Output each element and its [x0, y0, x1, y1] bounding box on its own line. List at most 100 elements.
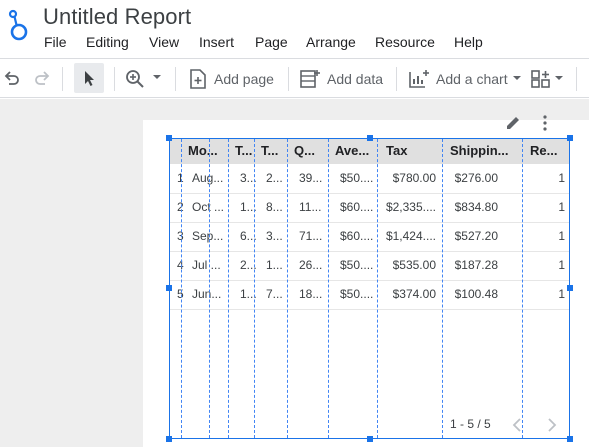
table-cell: Oct ... — [192, 200, 225, 214]
column-divider[interactable] — [254, 139, 255, 438]
table-row-divider — [169, 222, 570, 223]
column-divider[interactable] — [522, 139, 523, 438]
table-cell: $276.00 — [454, 171, 498, 185]
table-cell: Jul ... — [192, 258, 221, 272]
pencil-icon[interactable] — [504, 114, 522, 132]
column-header-re[interactable]: Re... — [530, 143, 557, 158]
menu-view[interactable]: View — [149, 34, 179, 50]
redo-icon[interactable] — [32, 69, 52, 89]
column-divider[interactable] — [377, 139, 378, 438]
table-cell: $100.48 — [454, 287, 498, 301]
table-cell: $50.... — [340, 258, 374, 272]
toolbar-divider — [396, 67, 397, 91]
column-divider[interactable] — [328, 139, 329, 438]
table-cell: 1 — [558, 258, 565, 272]
add-data-label: Add data — [327, 71, 384, 87]
column-header-tax[interactable]: Tax — [386, 143, 407, 158]
column-header-3[interactable]: T... — [261, 143, 278, 158]
chevron-down-icon — [512, 76, 521, 80]
table-cell: 1 — [558, 229, 565, 243]
cursor-icon — [85, 71, 94, 86]
table-cell: $834.80 — [454, 200, 498, 214]
table-cell: 11... — [299, 200, 322, 214]
table-cell: $50.... — [340, 287, 374, 301]
more-vert-icon[interactable] — [538, 114, 552, 132]
zoom-dropdown-icon[interactable] — [152, 74, 162, 82]
toolbar-divider — [576, 67, 577, 91]
column-header-shipping[interactable]: Shippin... — [450, 143, 509, 158]
app-header: Untitled Report File Editing View Insert… — [0, 0, 589, 58]
column-divider[interactable] — [442, 139, 443, 438]
resize-handle-l[interactable] — [166, 285, 172, 291]
report-title[interactable]: Untitled Report — [43, 4, 191, 30]
toolbar-divider — [114, 67, 115, 91]
table-cell: 71... — [299, 229, 323, 243]
table-cell: $780.00 — [392, 171, 436, 185]
table-cell: $1,424.... — [385, 229, 436, 243]
resize-handle-tl[interactable] — [166, 135, 172, 141]
add-data-icon — [300, 70, 320, 88]
table-cell: 1 — [558, 287, 565, 301]
table-cell: 2... — [266, 171, 283, 185]
add-data-button[interactable]: Add data — [299, 68, 383, 90]
resize-handle-br[interactable] — [567, 436, 573, 442]
resize-handle-b[interactable] — [367, 436, 373, 442]
table-cell: Jun... — [192, 287, 222, 301]
toolbar: Add page Add data Add a chart — [0, 58, 589, 98]
resize-handle-r[interactable] — [567, 285, 573, 291]
table-cell: $60.... — [340, 200, 374, 214]
table-row-divider — [169, 193, 570, 194]
table-cell: 3... — [266, 229, 283, 243]
resize-handle-tr[interactable] — [567, 135, 573, 141]
table-row-divider — [169, 309, 570, 310]
column-divider[interactable] — [209, 139, 210, 438]
add-control-button[interactable] — [530, 68, 564, 90]
table-cell: 18... — [299, 287, 323, 301]
toolbar-divider — [288, 67, 289, 91]
column-divider[interactable] — [228, 139, 229, 438]
column-header-quantity[interactable]: Q... — [294, 143, 315, 158]
add-chart-icon — [409, 70, 429, 88]
add-page-button[interactable]: Add page — [188, 68, 274, 90]
menu-page[interactable]: Page — [255, 34, 288, 50]
chevron-down-icon — [555, 76, 563, 80]
menu-file[interactable]: File — [44, 34, 67, 50]
table-cell: 1 — [558, 171, 565, 185]
column-divider — [181, 139, 182, 438]
chevron-left-icon[interactable] — [512, 418, 522, 432]
menu-arrange[interactable]: Arrange — [306, 34, 356, 50]
table-cell: $374.00 — [392, 287, 436, 301]
table-cell: $535.00 — [392, 258, 436, 272]
toolbar-divider — [62, 67, 63, 91]
table-cell: 26... — [299, 258, 323, 272]
table-row-divider — [169, 251, 570, 252]
add-page-label: Add page — [214, 71, 274, 87]
menu-help[interactable]: Help — [454, 34, 483, 50]
table-cell: Sep... — [192, 229, 224, 243]
table-cell: 8... — [266, 200, 283, 214]
pagination-label: 1 - 5 / 5 — [450, 417, 491, 431]
looker-studio-logo-icon — [8, 9, 28, 41]
resize-handle-t[interactable] — [367, 135, 373, 141]
table-cell: 39... — [299, 171, 323, 185]
undo-icon[interactable] — [2, 69, 22, 89]
column-divider[interactable] — [287, 139, 288, 438]
zoom-in-icon[interactable] — [124, 68, 146, 90]
column-header-2[interactable]: T... — [235, 143, 252, 158]
resize-handle-bl[interactable] — [166, 436, 172, 442]
table-cell: $2,335.... — [385, 200, 436, 214]
column-header-month[interactable]: Mo... — [188, 143, 218, 158]
table-cell: 1 — [558, 200, 565, 214]
add-page-icon — [190, 69, 206, 89]
table-cell: Aug... — [192, 171, 224, 185]
menu-resource[interactable]: Resource — [375, 34, 435, 50]
toolbar-divider — [175, 67, 176, 91]
menu-editing[interactable]: Editing — [86, 34, 129, 50]
table-row-divider — [169, 280, 570, 281]
add-chart-button[interactable]: Add a chart — [408, 68, 522, 90]
table-header-row: Mo... T... T... Q... Ave... Tax Shippin.… — [169, 138, 570, 164]
column-header-average[interactable]: Ave... — [335, 143, 369, 158]
chevron-right-icon[interactable] — [547, 418, 557, 432]
table-cell: 1... — [266, 258, 283, 272]
menu-insert[interactable]: Insert — [199, 34, 234, 50]
